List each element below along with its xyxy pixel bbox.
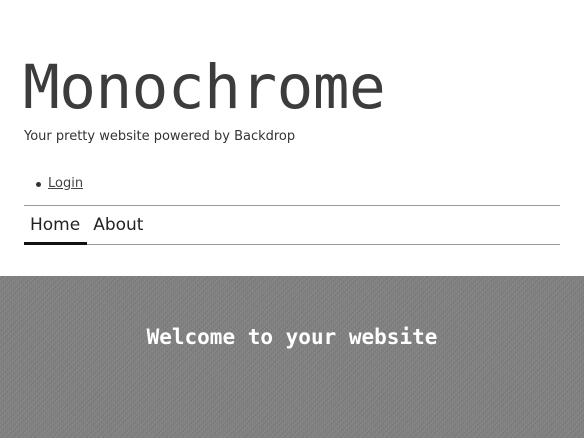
hero-banner: Welcome to your website	[0, 276, 584, 438]
site-name-link[interactable]: Monochrome	[23, 52, 386, 124]
user-menu: Login	[36, 175, 83, 193]
login-link[interactable]: Login	[48, 176, 83, 191]
nav-link-home[interactable]: Home	[24, 206, 88, 245]
page: Monochrome Your pretty website powered b…	[0, 0, 584, 438]
primary-nav-list: Home About	[24, 206, 560, 245]
site-slogan: Your pretty website powered by Backdrop	[24, 129, 296, 144]
nav-item-about: About	[87, 206, 149, 244]
list-bullet-icon	[36, 182, 41, 187]
hero-title: Welcome to your website	[146, 325, 438, 349]
nav-link-about[interactable]: About	[87, 206, 149, 242]
user-menu-item-login: Login	[36, 175, 83, 193]
nav-item-home: Home	[24, 206, 88, 245]
primary-navigation: Home About	[24, 205, 560, 245]
site-header: Monochrome Your pretty website powered b…	[0, 0, 584, 276]
